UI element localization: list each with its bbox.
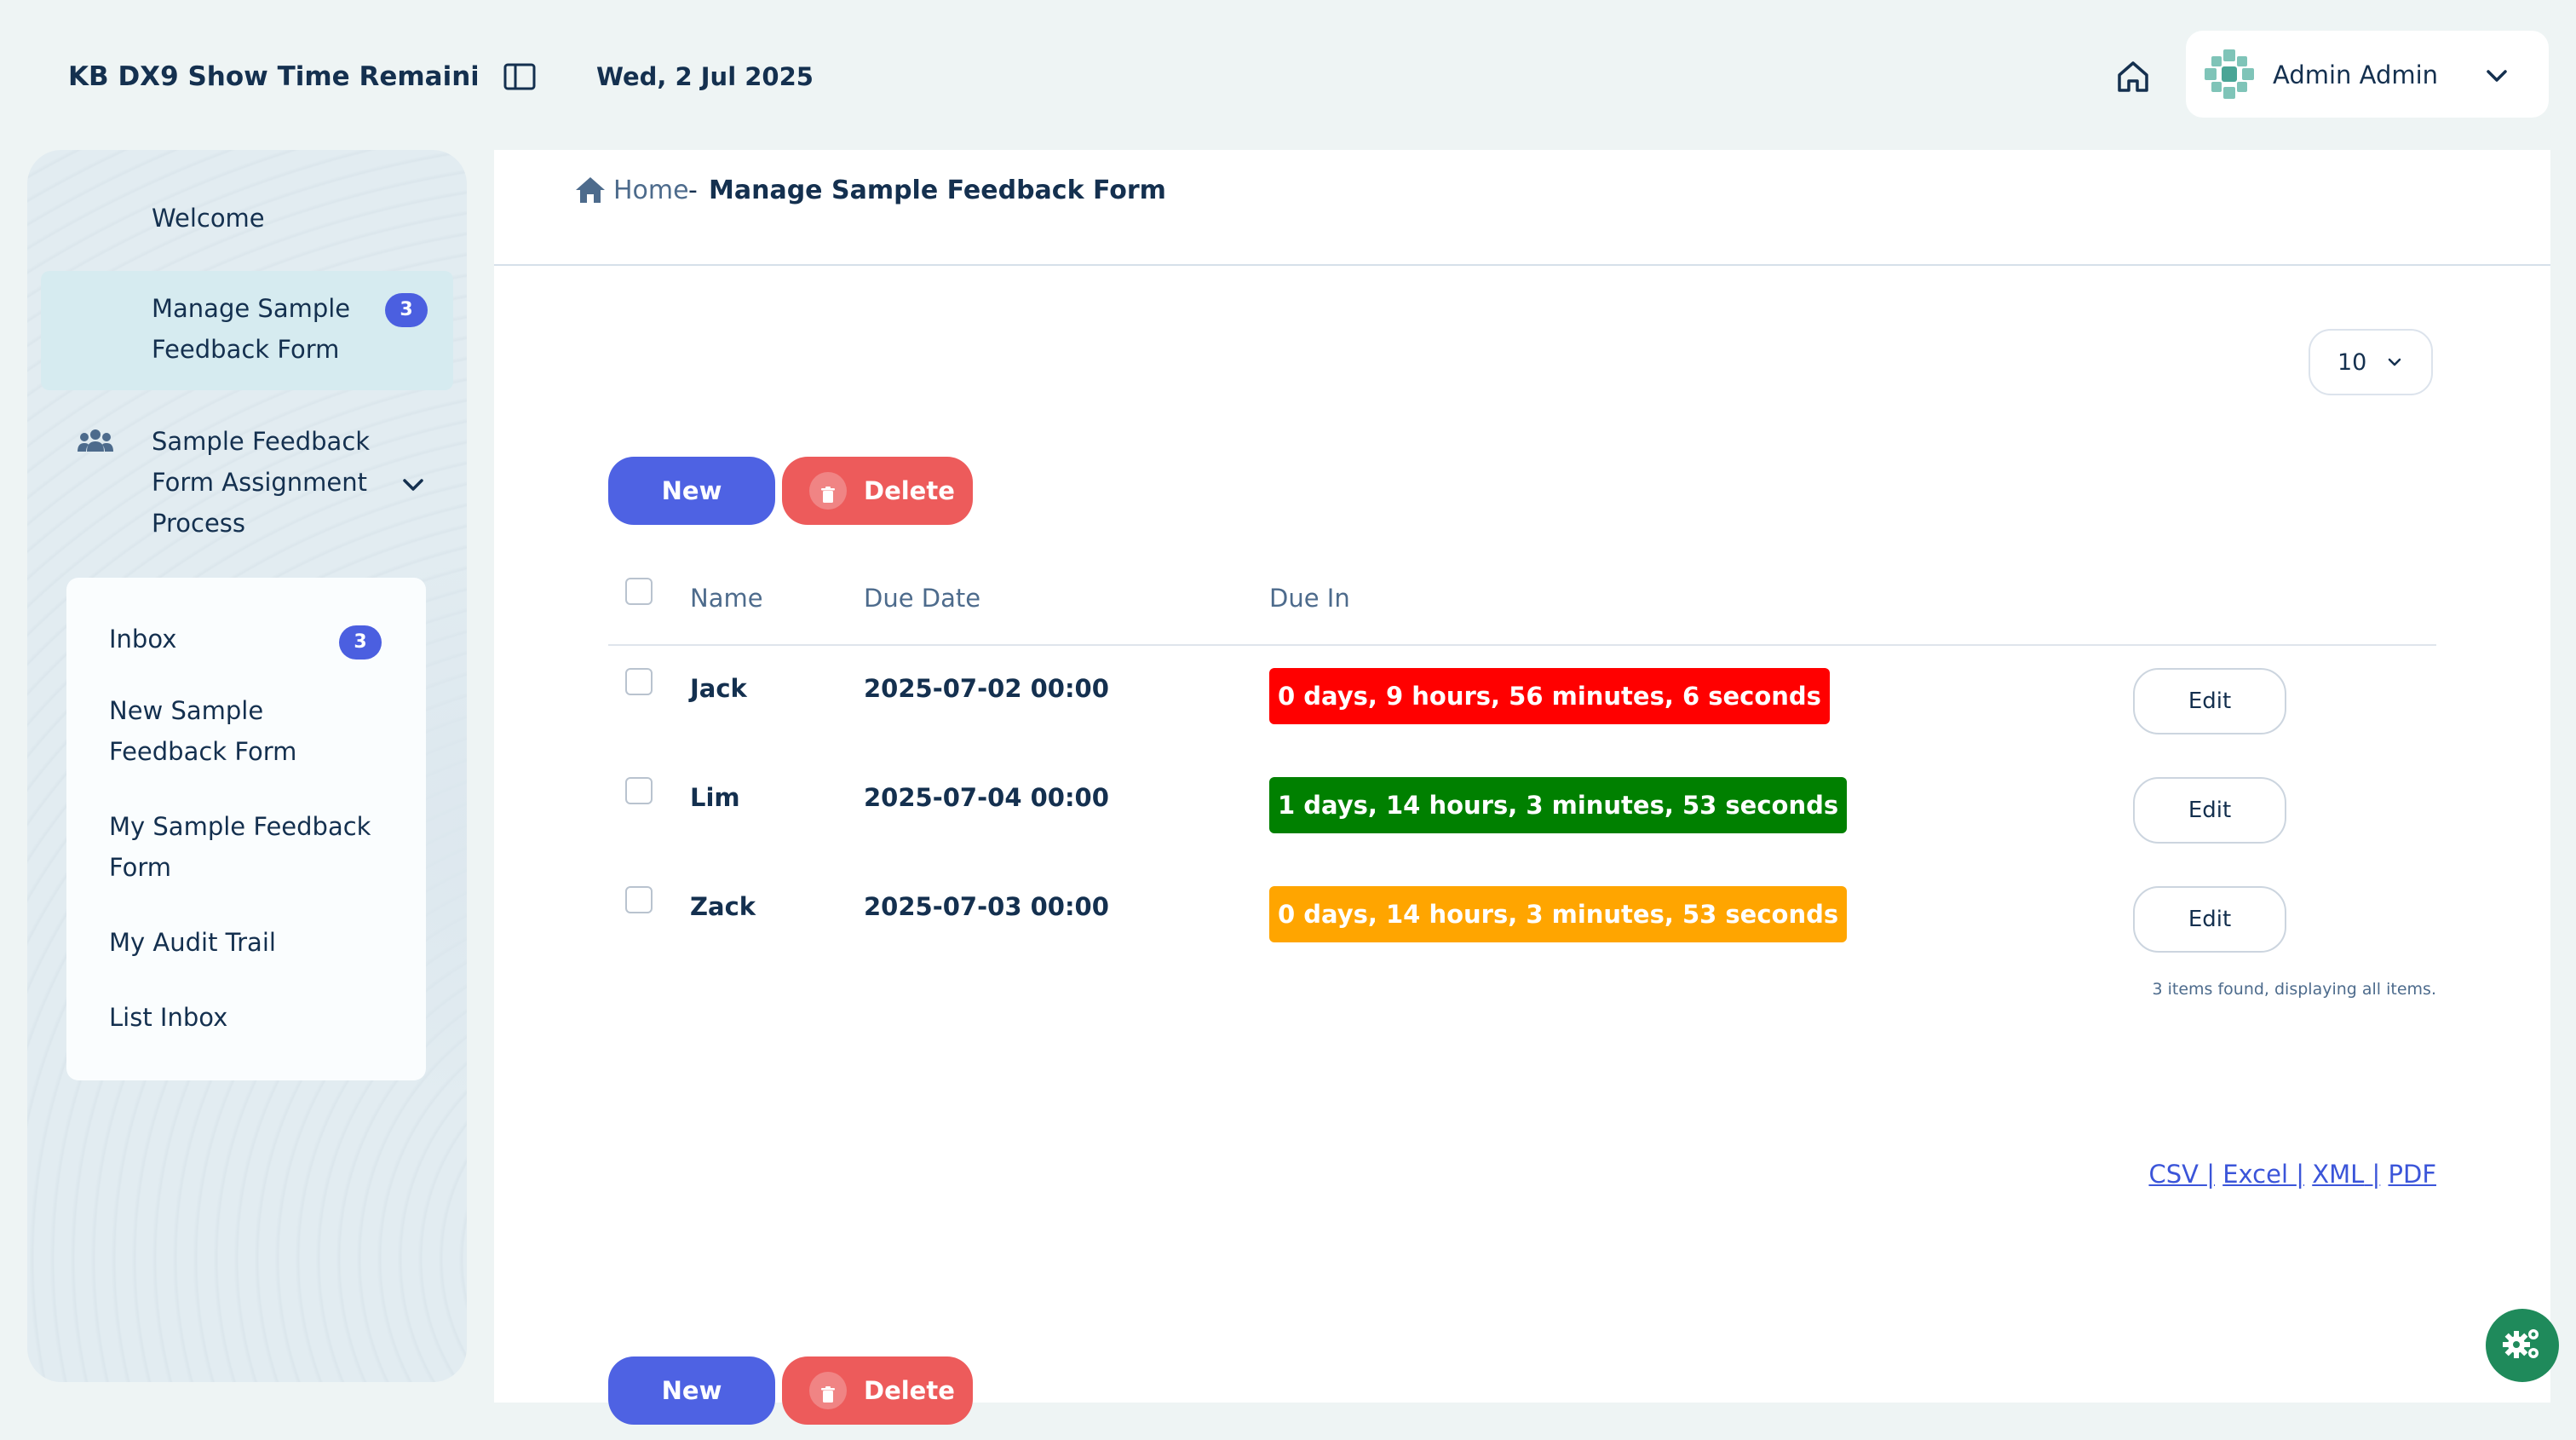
sidebar-item-list-inbox[interactable]: List Inbox [109,997,227,1038]
trash-icon [809,472,847,510]
cell-name: Lim [690,783,740,812]
chevron-down-icon[interactable] [399,470,428,499]
main-content [494,150,2550,1403]
column-header-due-date[interactable]: Due Date [864,579,980,617]
export-excel-link[interactable]: Excel | [2222,1160,2304,1189]
column-header-due-in[interactable]: Due In [1269,579,1350,617]
sidebar-item-inbox[interactable]: Inbox [109,619,176,660]
export-pdf-link[interactable]: PDF [2389,1160,2437,1189]
export-links: CSV | Excel | XML | PDF [2044,1155,2436,1193]
breadcrumb-separator: - [688,176,698,205]
breadcrumb-current: Manage Sample Feedback Form [709,176,1166,205]
export-csv-link[interactable]: CSV | [2148,1160,2215,1189]
column-header-name[interactable]: Name [690,579,763,617]
breadcrumb-home-link[interactable]: Home [613,172,689,210]
inbox-count-badge: 3 [339,625,382,660]
count-badge: 3 [385,293,428,327]
app-title: KB DX9 Show Time Remaining S [68,61,477,92]
due-in-badge: 0 days, 9 hours, 56 minutes, 6 seconds [1269,668,1830,724]
row-checkbox[interactable] [625,886,653,913]
cell-name: Jack [690,674,747,703]
sidebar-item-welcome[interactable]: Welcome [41,193,453,244]
sidebar-item-my-sample-feedback-form[interactable]: My Sample Feedback Form [109,806,371,888]
new-button[interactable]: New [608,1356,775,1425]
divider [608,644,2436,646]
chevron-down-icon [2385,353,2404,372]
divider [494,264,2550,266]
edit-button[interactable]: Edit [2133,668,2286,734]
gears-icon[interactable] [2486,1309,2559,1382]
home-icon[interactable] [2113,56,2153,97]
export-xml-link[interactable]: XML | [2312,1160,2380,1189]
delete-button[interactable]: Delete [782,1356,973,1425]
items-found-text: 3 items found, displaying all items. [2152,980,2436,999]
chevron-down-icon[interactable] [2482,61,2511,90]
delete-label: Delete [864,476,955,505]
new-button[interactable]: New [608,457,775,525]
sidebar-toggle-icon[interactable] [503,61,537,92]
cell-due-date: 2025-07-03 00:00 [864,892,1109,921]
edit-button[interactable]: Edit [2133,777,2286,844]
due-in-badge: 1 days, 14 hours, 3 minutes, 53 seconds [1269,777,1848,833]
row-checkbox[interactable] [625,777,653,804]
page-size-value: 10 [2337,349,2367,376]
trash-icon [809,1372,847,1409]
home-icon[interactable] [574,176,607,204]
page-size-select[interactable] [2309,329,2433,395]
header-date: Wed, 2 Jul 2025 [596,62,814,91]
select-all-checkbox[interactable] [625,578,653,605]
user-name: Admin Admin [2273,60,2439,89]
sidebar-item-new-sample-feedback-form[interactable]: New Sample Feedback Form [109,690,296,772]
sidebar-item-label: Manage Sample Feedback Form [152,294,351,364]
avatar [2201,46,2257,102]
sidebar-item-my-audit-trail[interactable]: My Audit Trail [109,922,276,963]
delete-button[interactable]: Delete [782,457,973,525]
row-checkbox[interactable] [625,668,653,695]
cell-due-date: 2025-07-02 00:00 [864,674,1109,703]
sidebar-item-feedback-assignment-process[interactable]: Sample Feedback Form Assignment Process [41,421,453,549]
delete-label: Delete [864,1376,955,1405]
due-in-badge: 0 days, 14 hours, 3 minutes, 53 seconds [1269,886,1848,942]
edit-button[interactable]: Edit [2133,886,2286,953]
sidebar-item-label: Sample Feedback Form Assignment Process [152,427,371,538]
cell-name: Zack [690,892,756,921]
sidebar-item-label: Welcome [152,204,265,233]
sidebar-item-manage-sample-feedback-form[interactable]: Manage Sample Feedback Form [41,271,453,390]
cell-due-date: 2025-07-04 00:00 [864,783,1109,812]
